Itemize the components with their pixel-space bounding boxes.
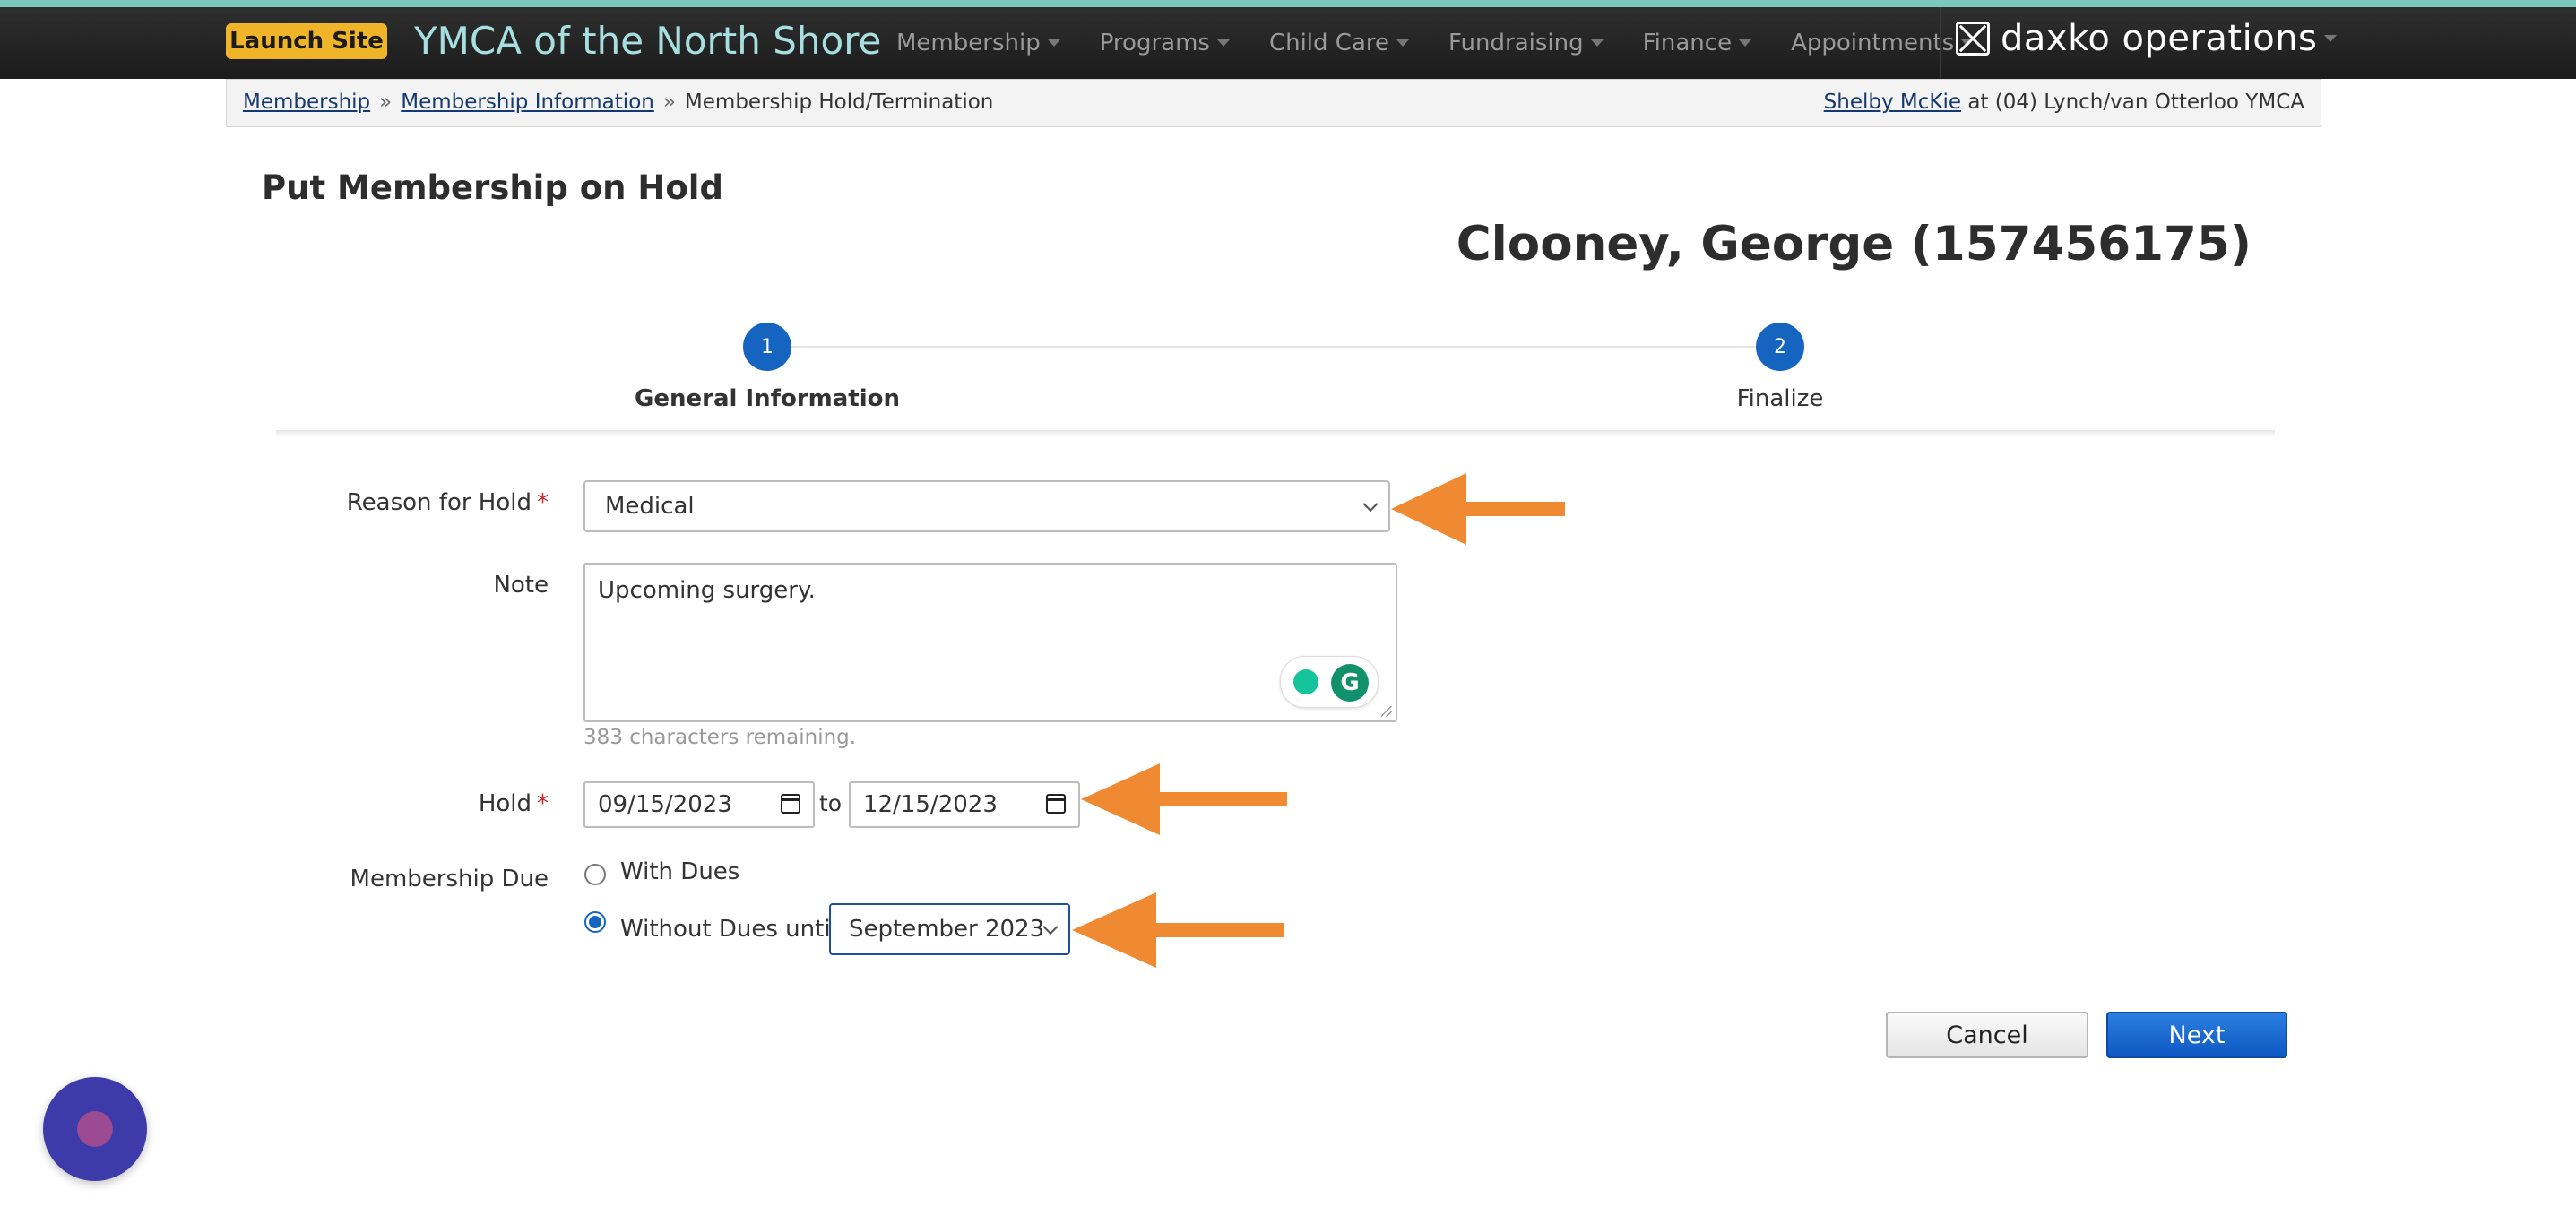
caret-down-icon [1216,39,1230,47]
menu-label: Finance [1642,30,1733,56]
step-2-circle: 2 [1756,323,1804,371]
hold-end-value: 12/15/2023 [863,791,998,818]
breadcrumb-separator: » [662,91,676,114]
without-dues-until-select[interactable]: September 2023 [829,903,1070,955]
menu-label: Membership [896,30,1041,56]
launch-site-button[interactable]: Launch Site [226,23,387,59]
breadcrumb-link-membership-information[interactable]: Membership Information [401,91,654,114]
hold-start-date-input[interactable]: 09/15/2023 [583,781,815,828]
step-1-label: General Information [635,385,900,412]
top-navbar: Launch Site YMCA of the North Shore Memb… [0,7,2576,79]
lightbulb-icon[interactable] [1293,669,1318,694]
reason-select-value: Medical [605,493,695,520]
reason-label-text: Reason for Hold [346,489,532,516]
without-dues-label[interactable]: Without Dues until [620,916,837,943]
menu-label: Appointments [1791,30,1955,56]
step-1-circle: 1 [743,323,791,371]
menu-label: Fundraising [1448,30,1584,56]
resize-handle-icon[interactable] [1381,706,1392,717]
calendar-icon[interactable] [781,794,800,814]
top-accent-stripe [0,0,2576,7]
product-switcher[interactable]: daxko operations [1956,18,2338,59]
main-menu: Membership Programs Child Care Fundraisi… [896,7,2013,79]
hold-label-text: Hold [478,790,532,817]
hold-end-date-input[interactable]: 12/15/2023 [849,781,1080,828]
menu-item-programs[interactable]: Programs [1100,30,1230,56]
without-dues-radio[interactable] [584,911,606,933]
caret-down-icon [1590,39,1604,47]
user-location: at (04) Lynch/van Otterloo YMCA [1967,91,2304,114]
product-name: daxko operations [2001,18,2318,59]
daxko-logo-icon [1956,22,1990,56]
menu-label: Child Care [1268,30,1390,56]
grammarly-icon[interactable]: G [1331,664,1369,702]
membership-due-label: Membership Due [350,866,549,892]
annotation-arrow-icon [1081,763,1287,835]
menu-item-fundraising[interactable]: Fundraising [1448,30,1604,56]
hold-label: Hold * [479,790,549,817]
user-info: Shelby McKie at (04) Lynch/van Otterloo … [1824,91,2304,114]
cancel-button[interactable]: Cancel [1886,1012,2088,1058]
with-dues-radio[interactable] [584,864,606,885]
caret-down-icon [1739,39,1752,47]
hold-start-value: 09/15/2023 [598,791,732,818]
nav-divider [1940,7,1941,79]
calendar-icon[interactable] [1046,794,1066,814]
note-label: Note [493,572,549,599]
step-2-label: Finalize [1736,385,1824,412]
breadcrumb-separator: » [379,91,393,114]
next-button[interactable]: Next [2106,1012,2287,1058]
user-name-link[interactable]: Shelby McKie [1824,91,1961,114]
menu-item-appointments[interactable]: Appointments [1791,30,1975,56]
breadcrumb: Membership » Membership Information » Member… [243,91,993,114]
reason-select[interactable]: Medical [583,480,1390,532]
breadcrumb-bar: Membership » Membership Information » Member… [226,79,2321,127]
reason-label: Reason for Hold * [347,489,549,516]
with-dues-label[interactable]: With Dues [620,858,739,885]
page-title: Put Membership on Hold [262,168,723,207]
date-range-separator: to [819,790,843,816]
breadcrumb-link-membership[interactable]: Membership [243,91,370,114]
required-marker: * [537,489,549,516]
menu-item-child-care[interactable]: Child Care [1268,30,1410,56]
note-textarea[interactable]: Upcoming surgery. [583,563,1397,722]
steps-divider [276,430,2275,438]
characters-remaining: 383 characters remaining. [583,726,857,749]
grammarly-widget[interactable]: G [1280,656,1379,708]
brand-title[interactable]: YMCA of the North Shore [414,16,881,66]
menu-item-finance[interactable]: Finance [1642,30,1752,56]
caret-down-icon [2324,35,2338,42]
chevron-down-icon [1362,496,1379,513]
chat-icon [77,1111,113,1147]
annotation-arrow-icon [1072,892,1284,968]
required-marker: * [537,790,549,817]
breadcrumb-current: Membership Hold/Termination [684,91,994,114]
menu-item-membership[interactable]: Membership [896,30,1060,56]
steps-connector [767,346,1780,348]
caret-down-icon [1047,39,1060,47]
note-text: Upcoming surgery. [598,577,816,604]
annotation-arrow-icon [1391,473,1565,545]
until-select-value: September 2023 [849,916,1045,943]
menu-label: Programs [1099,30,1210,56]
chevron-down-icon [1042,919,1059,935]
caret-down-icon [1396,39,1410,47]
member-name: Clooney, George (157456175) [1456,217,2252,272]
chat-launcher-button[interactable] [43,1077,147,1181]
